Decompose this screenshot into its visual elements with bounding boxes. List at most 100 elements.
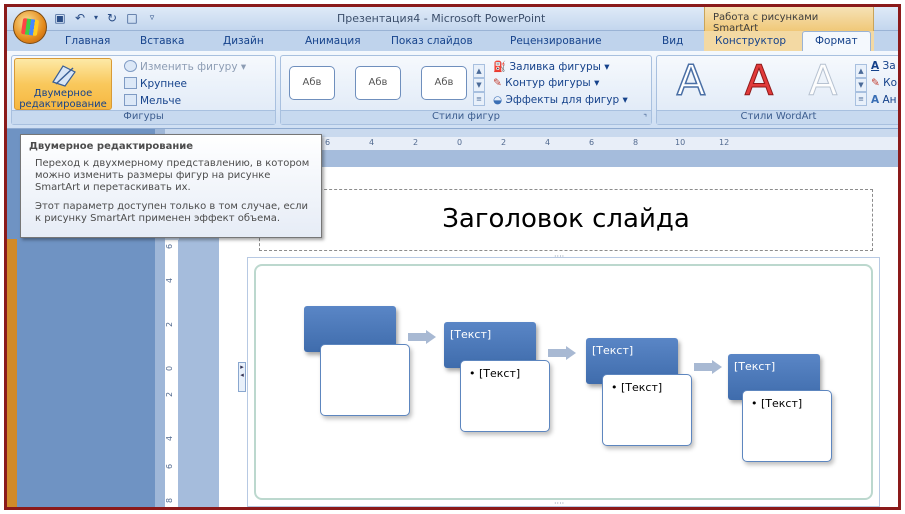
wordart-group-label: Стили WordArt: [657, 110, 898, 124]
title-placeholder[interactable]: Заголовок слайда: [259, 189, 873, 251]
two-d-edit-icon: [52, 65, 76, 87]
smartart-shape-3-body[interactable]: • [Текст]: [602, 374, 692, 446]
tab-animation[interactable]: Анимация: [305, 33, 361, 49]
process-arrow-icon: [694, 360, 724, 374]
wordart-styles-group: A A A ▲ ▼ ≡ A За ✎ Ко A Ан Стили WordArt: [656, 55, 898, 125]
smartart-shape-2-body[interactable]: • [Текст]: [460, 360, 550, 432]
title-bar: ▣ ↶ ▾ ↻ □ ▿ Презентация4 - Microsoft Pow…: [7, 7, 898, 44]
h-ruler-tick: 2: [501, 138, 507, 147]
h-ruler-tick: 4: [369, 138, 375, 147]
h-ruler-tick: 0: [457, 138, 463, 147]
smartart-text-pane-toggle-icon[interactable]: ▸ ◂: [238, 362, 246, 392]
tab-home[interactable]: Главная: [65, 33, 110, 49]
app-window: ▣ ↶ ▾ ↻ □ ▿ Презентация4 - Microsoft Pow…: [4, 4, 901, 510]
tab-review[interactable]: Рецензирование: [510, 33, 602, 49]
shape-styles-group: Абв Абв Абв ▲ ▼ ≡ ⛽ Заливка фигуры ▾ ✎ К…: [280, 55, 652, 125]
shape-effects-button[interactable]: ◒ Эффекты для фигур ▾: [493, 94, 628, 106]
larger-button[interactable]: Крупнее: [124, 77, 187, 90]
tab-design[interactable]: Дизайн: [223, 33, 264, 49]
v-ruler-tick: 2: [165, 391, 175, 398]
shape-outline-dropdown-icon: ▾: [594, 77, 600, 89]
shape-style-1[interactable]: Абв: [289, 66, 335, 100]
change-shape-label: Изменить фигуру: [140, 61, 238, 73]
tab-view[interactable]: Вид: [662, 33, 683, 49]
gallery-down-icon[interactable]: ▼: [473, 78, 485, 92]
smartart-graphic[interactable]: ▸ ◂ ···· ···· [Текст] • [Текст] [Текст] •…: [238, 252, 880, 507]
tab-insert[interactable]: Вставка: [140, 33, 185, 49]
larger-label: Крупнее: [140, 78, 187, 90]
change-shape-icon: [124, 60, 137, 72]
smaller-icon: [124, 94, 137, 106]
tab-slideshow[interactable]: Показ слайдов: [391, 33, 473, 49]
smaller-button[interactable]: Мельче: [124, 94, 181, 107]
undo-dropdown-icon[interactable]: ▾: [93, 11, 99, 25]
process-arrow-icon: [548, 346, 578, 360]
smartart-shape-1-body[interactable]: [320, 344, 410, 416]
larger-icon: [124, 77, 137, 89]
ribbon: Двумерное редактирование Изменить фигуру…: [7, 51, 898, 129]
save-icon[interactable]: ▣: [53, 11, 67, 25]
tab-smartart-design[interactable]: Конструктор: [715, 33, 786, 49]
ribbon-tabs: Главная Вставка Дизайн Анимация Показ сл…: [7, 31, 898, 51]
wordart-gallery-up-icon[interactable]: ▲: [855, 64, 867, 78]
resize-handle-bottom[interactable]: ····: [554, 499, 564, 507]
pen-icon: ✎: [493, 77, 502, 89]
change-shape-dropdown-icon: ▾: [240, 61, 247, 73]
smaller-label: Мельче: [140, 95, 182, 107]
h-ruler-tick: 6: [589, 138, 595, 147]
text-fill-icon: A: [871, 60, 880, 72]
tooltip-note: Этот параметр доступен только в том случ…: [35, 201, 308, 224]
gallery-more-icon[interactable]: ≡: [473, 92, 485, 106]
resize-handle-top[interactable]: ····: [554, 252, 564, 261]
v-ruler-tick: 6: [165, 243, 175, 250]
smartart-shape-4-body[interactable]: • [Текст]: [742, 390, 832, 462]
h-ruler-tick: 12: [719, 138, 730, 147]
fill-bucket-icon: ⛽: [493, 61, 507, 73]
text-outline-icon: ✎: [871, 77, 880, 89]
tooltip-description: Переход к двухмерному представлению, в к…: [35, 158, 310, 193]
dialog-launcher-icon[interactable]: ⌝: [643, 113, 647, 122]
tooltip-title: Двумерное редактирование: [29, 141, 194, 152]
slide-thumbnail-strip[interactable]: [7, 239, 17, 507]
two-d-edit-label: Двумерное редактирование: [19, 88, 107, 110]
text-outline-label: Ко: [883, 77, 898, 89]
change-shape-button[interactable]: Изменить фигуру ▾: [124, 60, 246, 73]
window-title: Презентация4 - Microsoft PowerPoint: [337, 12, 546, 25]
super-tooltip: Двумерное редактирование Переход к двухм…: [20, 134, 322, 238]
text-effects-icon: A: [871, 94, 880, 106]
v-ruler-tick: 4: [165, 277, 175, 284]
shape-effects-label: Эффекты для фигур: [505, 94, 620, 106]
shape-fill-button[interactable]: ⛽ Заливка фигуры ▾: [493, 60, 610, 73]
tab-format[interactable]: Формат: [802, 31, 871, 51]
quick-access-toolbar: ▣ ↶ ▾ ↻ □ ▿: [53, 11, 159, 25]
h-ruler-tick: 6: [325, 138, 331, 147]
v-ruler-tick: 6: [165, 463, 175, 470]
v-ruler-tick: 0: [165, 365, 175, 372]
gallery-up-icon[interactable]: ▲: [473, 64, 485, 78]
customize-qat-icon[interactable]: ▿: [145, 11, 159, 25]
wordart-style-red[interactable]: A: [733, 57, 785, 104]
office-button[interactable]: [13, 10, 47, 44]
text-effects-button[interactable]: A Ан: [871, 94, 897, 106]
shape-outline-button[interactable]: ✎ Контур фигуры ▾: [493, 77, 599, 89]
wordart-gallery-down-icon[interactable]: ▼: [855, 78, 867, 92]
text-fill-button[interactable]: A За: [871, 60, 896, 72]
wordart-style-light[interactable]: A: [797, 57, 849, 104]
shape-outline-label: Контур фигуры: [505, 77, 591, 89]
wordart-gallery-more-icon[interactable]: ≡: [855, 92, 867, 106]
effects-icon: ◒: [493, 94, 503, 106]
redo-icon[interactable]: ↻: [105, 11, 119, 25]
shapes-group: Двумерное редактирование Изменить фигуру…: [11, 55, 276, 125]
text-outline-button[interactable]: ✎ Ко: [871, 77, 897, 89]
shape-style-3[interactable]: Абв: [421, 66, 467, 100]
shape-styles-group-label: Стили фигур: [281, 110, 651, 124]
wordart-style-outline[interactable]: A: [665, 57, 717, 105]
undo-icon[interactable]: ↶: [73, 11, 87, 25]
h-ruler-tick: 4: [545, 138, 551, 147]
shape-style-2[interactable]: Абв: [355, 66, 401, 100]
shape-fill-dropdown-icon: ▾: [604, 61, 610, 73]
two-d-edit-button[interactable]: Двумерное редактирование: [14, 58, 112, 110]
v-ruler-tick: 4: [165, 435, 175, 442]
shape-fill-label: Заливка фигуры: [509, 61, 601, 73]
new-file-icon[interactable]: □: [125, 11, 139, 25]
